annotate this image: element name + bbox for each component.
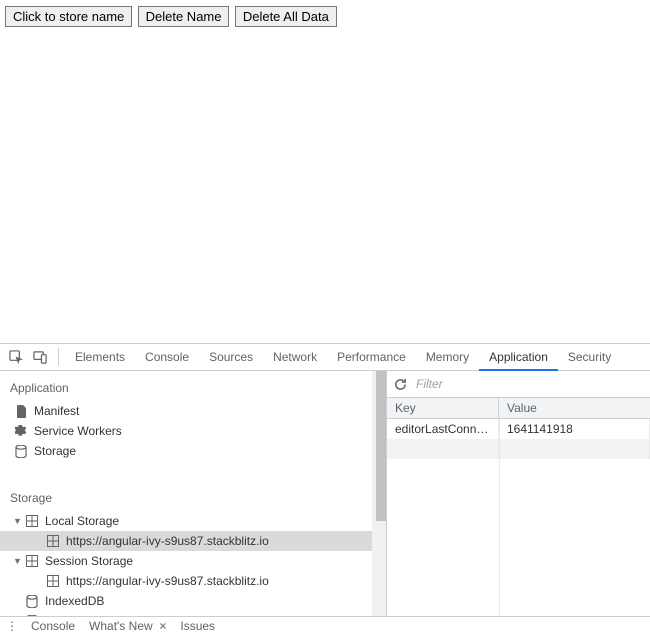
storage-root-label: Storage — [34, 444, 76, 458]
tab-memory[interactable]: Memory — [416, 344, 479, 371]
devtools-panel: Elements Console Sources Network Perform… — [0, 343, 650, 635]
group-application-header: Application — [0, 377, 386, 401]
local-storage-icon — [25, 514, 39, 528]
application-sidebar: Application Manifest Service Workers — [0, 371, 387, 616]
sidebar-item-session-storage[interactable]: ▼ Session Storage — [0, 551, 386, 571]
session-storage-icon — [25, 554, 39, 568]
storage-toolbar — [387, 371, 650, 398]
websql-label: Web SQL — [45, 614, 97, 616]
th-value[interactable]: Value — [499, 398, 650, 418]
tab-elements[interactable]: Elements — [65, 344, 135, 371]
inspect-icon[interactable] — [4, 344, 28, 370]
manifest-icon — [14, 404, 28, 418]
refresh-icon[interactable] — [393, 377, 408, 392]
storage-table: Key Value editorLastConnec... 1641141918 — [387, 398, 650, 616]
table-body: editorLastConnec... 1641141918 — [387, 419, 650, 459]
session-storage-origin-label: https://angular-ivy-s9us87.stackblitz.io — [66, 574, 269, 588]
cell-empty — [387, 439, 499, 459]
table-row[interactable]: editorLastConnec... 1641141918 — [387, 419, 650, 439]
database-icon — [14, 444, 28, 458]
tab-security[interactable]: Security — [558, 344, 621, 371]
session-storage-origin-icon — [46, 574, 60, 588]
kebab-icon[interactable]: ⋮ — [6, 619, 17, 633]
local-storage-label: Local Storage — [45, 514, 119, 528]
service-workers-label: Service Workers — [34, 424, 122, 438]
table-row-empty[interactable] — [387, 439, 650, 459]
tab-sources[interactable]: Sources — [199, 344, 263, 371]
th-key[interactable]: Key — [387, 398, 499, 418]
sidebar-scrollbar[interactable] — [372, 371, 387, 616]
store-name-button[interactable]: Click to store name — [5, 6, 132, 27]
chevron-down-icon: ▼ — [12, 516, 23, 526]
table-header: Key Value — [387, 398, 650, 419]
filter-input[interactable] — [416, 377, 576, 391]
session-storage-label: Session Storage — [45, 554, 133, 568]
manifest-label: Manifest — [34, 404, 79, 418]
websql-icon — [25, 614, 39, 616]
cell-key[interactable]: editorLastConnec... — [387, 419, 499, 439]
delete-all-button[interactable]: Delete All Data — [235, 6, 337, 27]
indexeddb-icon — [25, 594, 39, 608]
sidebar-item-websql[interactable]: Web SQL — [0, 611, 386, 616]
sidebar-item-indexeddb[interactable]: IndexedDB — [0, 591, 386, 611]
sidebar-item-storage[interactable]: Storage — [0, 441, 386, 461]
sidebar-item-local-storage-origin[interactable]: https://angular-ivy-s9us87.stackblitz.io — [0, 531, 386, 551]
tab-network[interactable]: Network — [263, 344, 327, 371]
storage-main: Key Value editorLastConnec... 1641141918 — [387, 371, 650, 616]
chevron-down-icon: ▼ — [12, 556, 23, 566]
devtools-tabs: Elements Console Sources Network Perform… — [0, 344, 650, 371]
delete-name-button[interactable]: Delete Name — [138, 6, 230, 27]
tab-application[interactable]: Application — [479, 344, 558, 371]
sidebar-item-manifest[interactable]: Manifest — [0, 401, 386, 421]
drawer-tab-whatsnew[interactable]: What's New — [89, 619, 153, 633]
local-storage-origin-label: https://angular-ivy-s9us87.stackblitz.io — [66, 534, 269, 548]
divider — [58, 348, 59, 366]
gear-icon — [14, 424, 28, 438]
cell-value[interactable]: 1641141918 — [499, 419, 650, 439]
group-storage-header: Storage — [0, 487, 386, 511]
column-separator[interactable] — [499, 419, 500, 616]
sidebar-item-service-workers[interactable]: Service Workers — [0, 421, 386, 441]
close-icon[interactable]: × — [156, 619, 166, 633]
tab-console[interactable]: Console — [135, 344, 199, 371]
tab-performance[interactable]: Performance — [327, 344, 416, 371]
sidebar-item-local-storage[interactable]: ▼ Local Storage — [0, 511, 386, 531]
device-toolbar-icon[interactable] — [28, 344, 52, 370]
sidebar-item-session-storage-origin[interactable]: https://angular-ivy-s9us87.stackblitz.io — [0, 571, 386, 591]
cell-empty — [499, 439, 650, 459]
local-storage-origin-icon — [46, 534, 60, 548]
drawer-tab-issues[interactable]: Issues — [180, 619, 215, 633]
indexeddb-label: IndexedDB — [45, 594, 104, 608]
page-content: Click to store name Delete Name Delete A… — [0, 0, 650, 343]
devtools-drawer: ⋮ Console What's New × Issues — [0, 616, 650, 635]
drawer-tab-console[interactable]: Console — [31, 619, 75, 633]
sidebar-scrollbar-thumb[interactable] — [376, 371, 386, 521]
